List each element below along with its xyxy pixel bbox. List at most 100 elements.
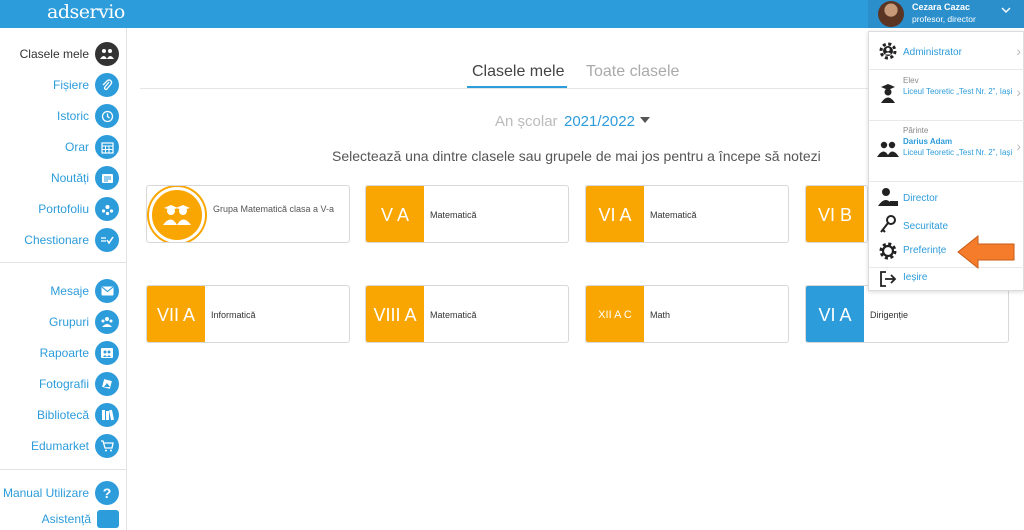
logout-icon — [877, 268, 899, 290]
class-card[interactable]: VIII A Matematică — [365, 285, 569, 343]
sidebar-item-label: Orar — [65, 140, 89, 154]
class-badge: VI A — [806, 286, 864, 342]
menu-item-elev[interactable]: Elev Liceul Teoretic „Test Nr. 2”, Iași … — [869, 72, 1024, 116]
menu-divider — [869, 181, 1024, 182]
sidebar-item-label: Manual Utilizare — [2, 486, 89, 500]
groups-icon — [95, 310, 119, 334]
logo[interactable]: adservio — [47, 1, 125, 23]
school-name: Liceul Teoretic „Test Nr. 2”, Iași — [903, 148, 1013, 157]
chevron-right-icon: › — [1016, 138, 1021, 154]
menu-item-parinte[interactable]: Părinte Darius Adam Liceul Teoretic „Tes… — [869, 124, 1024, 174]
school-name: Liceul Teoretic „Test Nr. 2”, Iași — [903, 87, 1013, 96]
class-badge: VII A — [147, 286, 205, 342]
sidebar-item-label: Fișiere — [52, 78, 89, 92]
menu-divider — [869, 120, 1024, 121]
sidebar-item-fisiere[interactable]: Fișiere — [53, 73, 119, 97]
portfolio-icon — [95, 197, 119, 221]
menu-item-administrator[interactable]: Administrator › — [869, 40, 1024, 64]
class-badge: XII A C — [586, 286, 644, 342]
class-badge: VI B — [806, 186, 864, 242]
photos-icon — [95, 372, 119, 396]
class-badge: V A — [366, 186, 424, 242]
menu-item-label: Administrator — [903, 47, 962, 58]
group-icon — [149, 187, 205, 242]
cart-icon — [95, 434, 119, 458]
student-icon — [877, 82, 899, 104]
history-icon — [95, 104, 119, 128]
menu-item-label: Ieșire — [903, 272, 928, 283]
school-year-select[interactable]: 2021/2022 — [564, 113, 635, 130]
class-subject: Matematică — [430, 210, 477, 220]
tab-clasele-mele[interactable]: Clasele mele — [472, 63, 564, 81]
sidebar-item-label: Noutăți — [50, 171, 89, 185]
class-badge: VI A — [586, 186, 644, 242]
sidebar-item-grupuri[interactable]: Grupuri — [49, 310, 119, 334]
calendar-icon — [95, 135, 119, 159]
group-card[interactable]: Grupa Matematică clasa a V-a — [146, 185, 350, 243]
caret-down-icon[interactable] — [640, 113, 650, 127]
class-subject: Informatică — [211, 310, 256, 320]
child-name: Darius Adam — [903, 137, 953, 146]
class-card[interactable]: VII A Informatică — [146, 285, 350, 343]
reports-icon — [95, 341, 119, 365]
mail-icon — [95, 279, 119, 303]
class-card[interactable]: VI B — [805, 185, 868, 243]
sidebar-item-orar[interactable]: Orar — [65, 135, 119, 159]
help-icon: ? — [95, 481, 119, 505]
sidebar-divider — [0, 262, 127, 263]
sidebar-divider — [0, 469, 127, 470]
sidebar-item-asistenta[interactable]: Asistență — [42, 507, 119, 530]
class-card[interactable]: V A Matematică — [365, 185, 569, 243]
sidebar-item-fotografii[interactable]: Fotografii — [39, 372, 119, 396]
class-subject: Math — [650, 310, 671, 320]
menu-divider — [869, 69, 1024, 70]
sidebar-item-biblioteca[interactable]: Bibliotecă — [37, 403, 119, 427]
class-subject: Dirigenție — [870, 310, 909, 320]
chevron-down-icon — [1001, 4, 1011, 18]
sidebar-item-label: Clasele mele — [19, 47, 89, 61]
sidebar-item-chestionare[interactable]: Chestionare — [24, 228, 119, 252]
top-bar: adservio Cezara Cazac profesor, director — [0, 0, 1024, 28]
sidebar-item-manual-utilizare[interactable]: Manual Utilizare ? — [3, 481, 119, 505]
sidebar-item-mesaje[interactable]: Mesaje — [50, 279, 119, 303]
sidebar-item-istoric[interactable]: Istoric — [57, 104, 119, 128]
user-menu-toggle[interactable]: Cezara Cazac profesor, director — [868, 0, 1024, 28]
sidebar-item-label: Grupuri — [48, 315, 89, 329]
class-card[interactable]: VI A Dirigenție — [805, 285, 1009, 343]
menu-item-director[interactable]: Director — [869, 186, 1024, 210]
sidebar: Clasele mele Fișiere Istoric Orar Noutăț… — [0, 28, 127, 530]
keys-icon — [877, 214, 899, 236]
active-tab-indicator — [467, 86, 567, 88]
class-card[interactable]: VI A Matematică — [585, 185, 789, 243]
sidebar-item-label: Mesaje — [50, 284, 89, 298]
sidebar-item-rapoarte[interactable]: Rapoarte — [40, 341, 119, 365]
class-card[interactable]: XII A C Math — [585, 285, 789, 343]
sidebar-item-edumarket[interactable]: Edumarket — [31, 434, 119, 458]
parent-icon — [877, 138, 899, 160]
chevron-right-icon: › — [1016, 43, 1021, 59]
classes-icon — [95, 42, 119, 66]
sidebar-item-label: Rapoarte — [39, 346, 89, 360]
sidebar-item-label: Istoric — [56, 109, 89, 123]
sidebar-item-portofoliu[interactable]: Portofoliu — [38, 197, 119, 221]
survey-icon — [95, 228, 119, 252]
annotation-arrow-icon — [956, 234, 1016, 275]
class-subject: Matematică — [650, 210, 697, 220]
sidebar-item-noutati[interactable]: Noutăți — [51, 166, 119, 190]
news-icon — [95, 166, 119, 190]
role-label: Părinte — [903, 126, 929, 135]
school-year-label: An școlar — [495, 113, 558, 130]
user-name: Cezara Cazac — [912, 2, 971, 12]
class-subject: Matematică — [430, 310, 477, 320]
chat-icon — [97, 510, 119, 528]
menu-item-label: Director — [903, 193, 939, 204]
avatar — [878, 1, 904, 27]
tab-toate-clasele[interactable]: Toate clasele — [586, 63, 679, 81]
sidebar-item-label: Chestionare — [24, 233, 89, 247]
user-role: profesor, director — [912, 14, 976, 24]
menu-item-label: Securitate — [903, 221, 949, 232]
sidebar-item-label: Edumarket — [30, 439, 89, 453]
menu-item-label: Preferințe — [903, 245, 947, 256]
director-icon — [877, 186, 899, 208]
sidebar-item-clasele-mele[interactable]: Clasele mele — [20, 42, 119, 66]
